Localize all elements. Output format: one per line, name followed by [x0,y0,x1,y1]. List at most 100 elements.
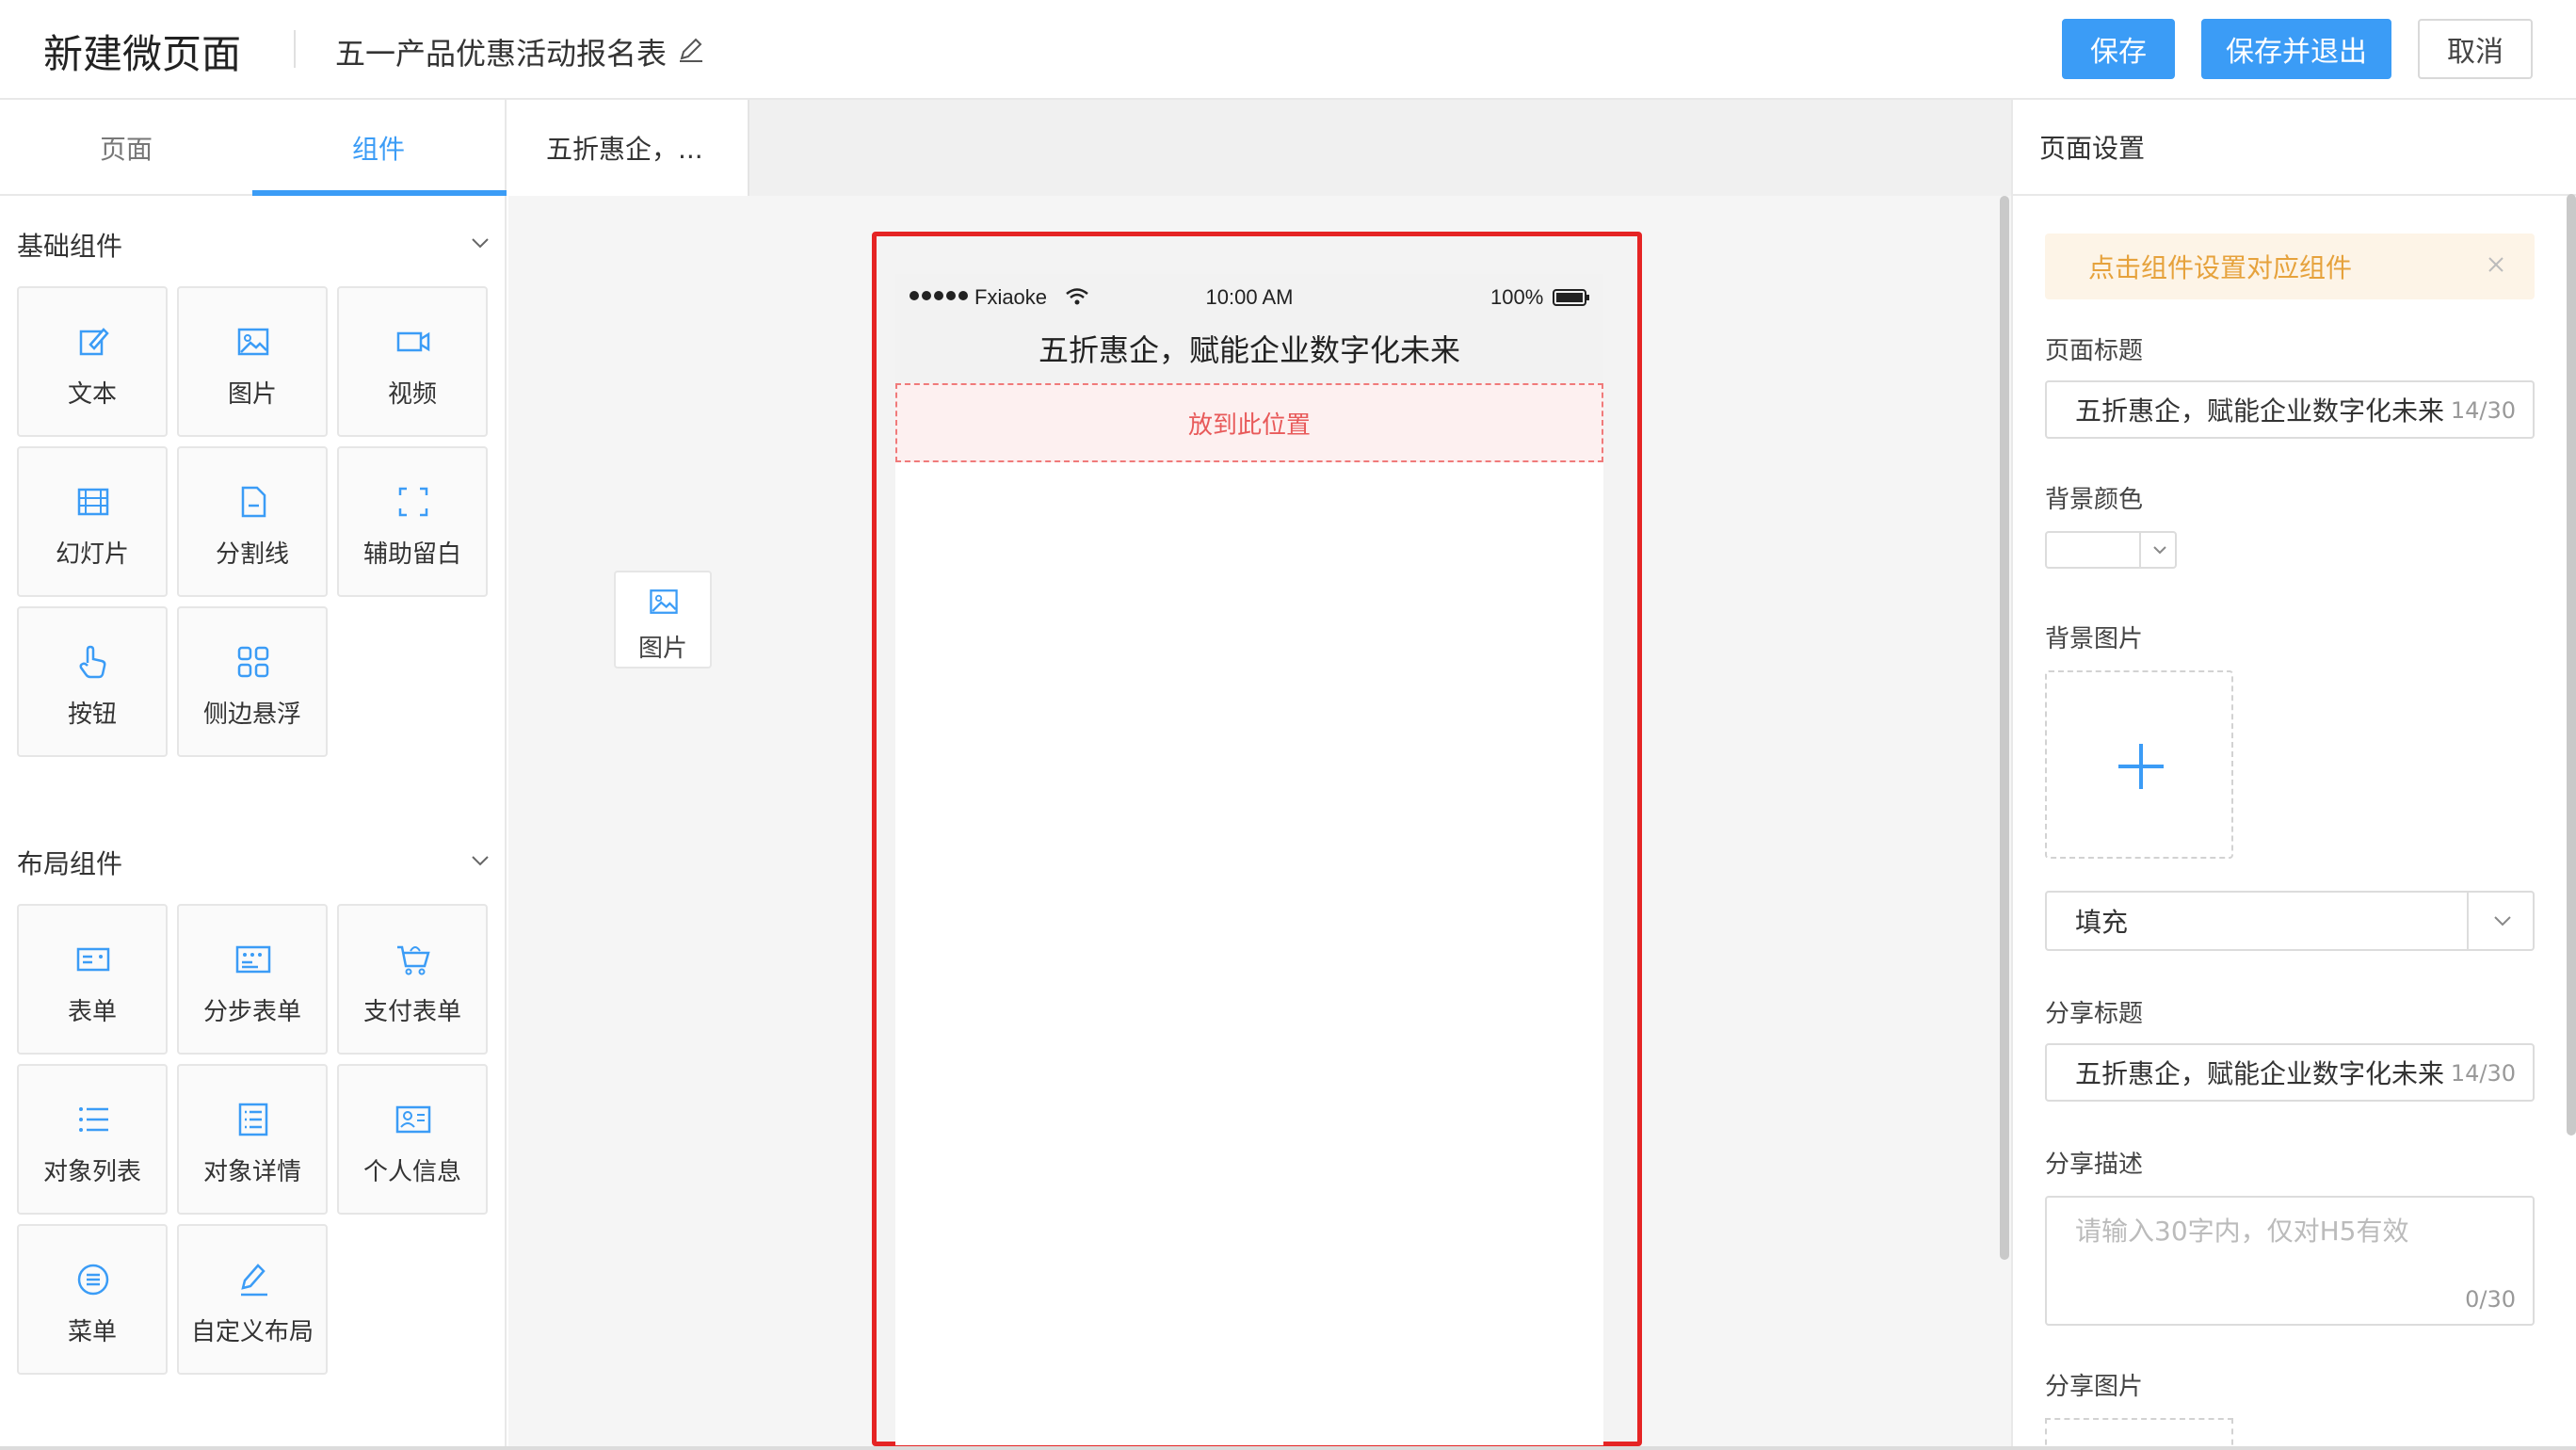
tab-components[interactable]: 组件 [252,100,505,196]
fill-mode-select[interactable]: 填充 [2045,891,2535,951]
cancel-button[interactable]: 取消 [2418,19,2533,79]
dragging-component[interactable]: 图片 [614,571,712,669]
component-step-form[interactable]: 分步表单 [177,904,328,1055]
cart-icon [397,945,430,975]
component-payment-form[interactable]: 支付表单 [337,904,488,1055]
component-label: 个人信息 [362,1158,461,1186]
window-bottom-border [0,1446,2576,1450]
tab-page-preview[interactable]: 五折惠企，... [508,100,749,196]
layout-components-title: 布局组件 [17,848,123,879]
component-label: 视频 [387,380,437,409]
grid-icon [237,646,269,678]
settings-title: 页面设置 [2013,100,2576,196]
battery-percent: 100% [1490,285,1544,309]
component-label: 文本 [67,380,117,409]
component-personal-info[interactable]: 个人信息 [337,1064,488,1215]
phone-screen[interactable]: Fxiaoke 10:00 AM 100% 五折惠企，赋能企业数字化未来 放到此… [895,274,1603,1445]
chevron-down-icon[interactable] [467,230,493,256]
chevron-down-icon[interactable] [467,847,493,874]
image-icon [650,589,678,614]
share-desc-textarea[interactable]: 请输入30字内，仅对H5有效 0/30 [2045,1196,2535,1326]
share-image-label: 分享图片 [2045,1373,2144,1401]
page-title-input[interactable]: 五折惠企，赋能企业数字化未来 14/30 [2045,380,2535,439]
canvas-area: 五折惠企，... 图片 Fxiaoke 10:00 AM 100% 五折惠企，赋… [508,100,2011,1450]
component-whitespace[interactable]: 辅助留白 [337,446,488,597]
edit-name-icon[interactable] [676,34,706,64]
edit-icon [79,328,109,356]
settings-scrollbar[interactable] [2567,194,2576,1136]
basic-components-title: 基础组件 [17,231,123,262]
chevron-down-icon [2153,546,2166,555]
component-object-detail[interactable]: 对象详情 [177,1064,328,1215]
hint-alert: 点击组件设置对应组件 [2045,234,2535,299]
phone-preview-highlight[interactable]: Fxiaoke 10:00 AM 100% 五折惠企，赋能企业数字化未来 放到此… [872,232,1642,1446]
component-label: 分步表单 [202,998,301,1026]
chevron-down-icon [2494,916,2511,926]
component-label: 幻灯片 [55,540,129,569]
step-form-icon [235,945,271,974]
component-panel: 页面 组件 基础组件 文本 图片 视频 幻灯片 分割线 辅助留白 按钮 侧边悬浮… [0,100,507,1450]
form-icon [76,947,110,972]
component-menu[interactable]: 菜单 [17,1224,168,1375]
share-title-input[interactable]: 五折惠企，赋能企业数字化未来 14/30 [2045,1043,2535,1102]
battery-icon [1553,289,1589,306]
canvas-scrollbar[interactable] [2000,196,2009,1260]
video-icon [396,331,430,352]
tab-page[interactable]: 页面 [0,100,252,196]
select-divider [2467,893,2469,949]
component-label: 辅助留白 [362,540,461,569]
component-label: 表单 [67,998,117,1026]
component-divider[interactable]: 分割线 [177,446,328,597]
char-count: 0/30 [2465,1286,2516,1313]
active-tab-indicator [252,190,507,196]
phone-page-title: 五折惠企，赋能企业数字化未来 [895,321,1603,383]
component-label: 自定义布局 [190,1318,314,1346]
component-text[interactable]: 文本 [17,286,168,437]
title-separator [294,30,296,68]
slideshow-icon [77,488,109,516]
fill-mode-value: 填充 [2075,907,2129,938]
dragging-label: 图片 [637,635,687,663]
component-form[interactable]: 表单 [17,904,168,1055]
component-video[interactable]: 视频 [337,286,488,437]
component-object-list[interactable]: 对象列表 [17,1064,168,1215]
status-bar: Fxiaoke 10:00 AM 100% [895,274,1603,321]
component-slideshow[interactable]: 幻灯片 [17,446,168,597]
plus-icon [2118,744,2164,789]
share-image-upload[interactable] [2045,1418,2233,1450]
share-title-value: 五折惠企，赋能企业数字化未来 [2075,1058,2445,1089]
detail-icon [238,1103,268,1136]
document-icon [241,486,266,518]
page-title-value: 五折惠企，赋能企业数字化未来 [2075,395,2445,427]
share-desc-label: 分享描述 [2045,1151,2144,1179]
component-side-float[interactable]: 侧边悬浮 [177,606,328,757]
component-label: 分割线 [215,540,289,569]
image-icon [237,328,269,356]
bg-color-picker[interactable] [2045,531,2177,569]
save-exit-button[interactable]: 保存并退出 [2201,19,2391,79]
close-icon[interactable] [2486,254,2506,275]
component-label: 对象列表 [42,1158,141,1186]
hint-text: 点击组件设置对应组件 [2088,252,2353,283]
id-card-icon [395,1105,431,1134]
page-title: 新建微页面 [43,31,242,77]
save-button[interactable]: 保存 [2062,19,2175,79]
list-icon [79,1107,108,1132]
component-custom-layout[interactable]: 自定义布局 [177,1224,328,1375]
bg-image-upload[interactable] [2045,670,2233,859]
component-label: 按钮 [67,701,117,729]
share-title-label: 分享标题 [2045,1000,2144,1028]
component-label: 图片 [227,380,277,409]
panel-tabs: 页面 组件 [0,100,507,196]
bg-image-label: 背景图片 [2045,625,2144,653]
settings-panel: 页面设置 点击组件设置对应组件 页面标题 五折惠企，赋能企业数字化未来 14/3… [2011,100,2576,1450]
component-label: 支付表单 [362,998,461,1026]
bg-color-label: 背景颜色 [2045,486,2144,514]
component-label: 侧边悬浮 [202,701,301,729]
pen-icon [241,1264,267,1297]
component-label: 对象详情 [202,1158,301,1186]
drop-zone[interactable]: 放到此位置 [895,383,1603,462]
component-image[interactable]: 图片 [177,286,328,437]
share-desc-placeholder: 请输入30字内，仅对H5有效 [2075,1216,2409,1247]
component-button[interactable]: 按钮 [17,606,168,757]
